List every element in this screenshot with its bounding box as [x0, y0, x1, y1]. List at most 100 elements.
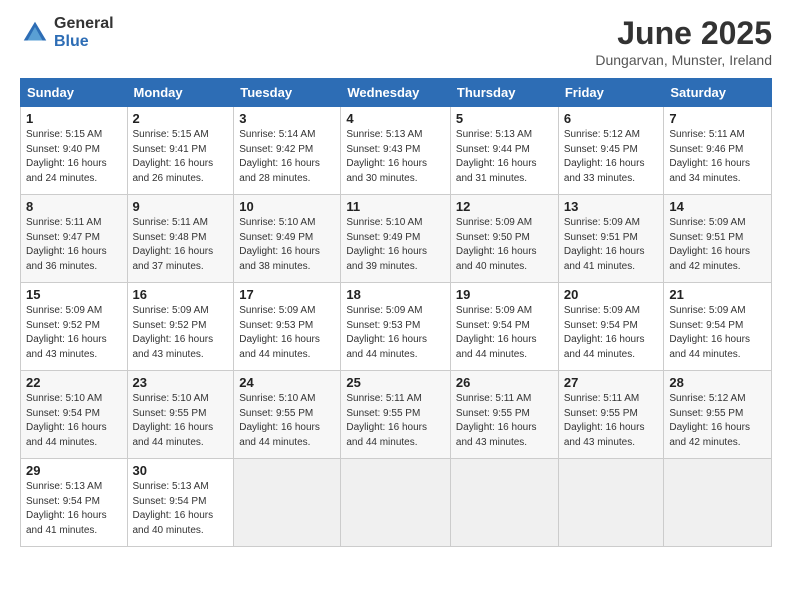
- table-row: 23 Sunrise: 5:10 AMSunset: 9:55 PMDayligh…: [127, 371, 234, 459]
- table-row: 16 Sunrise: 5:09 AMSunset: 9:52 PMDayligh…: [127, 283, 234, 371]
- day-info: Sunrise: 5:15 AMSunset: 9:41 PMDaylight:…: [133, 128, 229, 186]
- table-row: 18Sunrise: 5:09 AMSunset: 9:53 PMDayligh…: [341, 283, 451, 371]
- calendar-week-row: 22 Sunrise: 5:10 AMSunset: 9:54 PMDayligh…: [21, 371, 772, 459]
- day-number: 25: [346, 375, 445, 390]
- day-number: 23: [133, 375, 229, 390]
- day-number: 7: [669, 111, 766, 126]
- day-info: Sunrise: 5:11 AMSunset: 9:55 PMDaylight:…: [564, 392, 659, 450]
- col-tuesday: Tuesday: [234, 79, 341, 107]
- table-row: 4 Sunrise: 5:13 AMSunset: 9:43 PMDaylight…: [341, 107, 451, 195]
- day-number: 22: [26, 375, 122, 390]
- day-number: 15: [26, 287, 122, 302]
- table-row: 17Sunrise: 5:09 AMSunset: 9:53 PMDayligh…: [234, 283, 341, 371]
- day-info: Sunrise: 5:10 AMSunset: 9:49 PMDaylight:…: [346, 216, 445, 274]
- day-info: Sunrise: 5:13 AMSunset: 9:44 PMDaylight:…: [456, 128, 553, 186]
- calendar: Sunday Monday Tuesday Wednesday Thursday…: [20, 78, 772, 547]
- day-number: 11: [346, 199, 445, 214]
- table-row: [450, 459, 558, 547]
- table-row: 26 Sunrise: 5:11 AMSunset: 9:55 PMDayligh…: [450, 371, 558, 459]
- day-info: Sunrise: 5:10 AMSunset: 9:54 PMDaylight:…: [26, 392, 122, 450]
- col-monday: Monday: [127, 79, 234, 107]
- day-number: 29: [26, 463, 122, 478]
- table-row: 14 Sunrise: 5:09 AMSunset: 9:51 PMDayligh…: [664, 195, 772, 283]
- day-number: 12: [456, 199, 553, 214]
- day-info: Sunrise: 5:13 AMSunset: 9:43 PMDaylight:…: [346, 128, 445, 186]
- day-info: Sunrise: 5:11 AMSunset: 9:55 PMDaylight:…: [346, 392, 445, 450]
- logo-blue: Blue: [54, 33, 114, 51]
- location: Dungarvan, Munster, Ireland: [595, 52, 772, 68]
- day-number: 30: [133, 463, 229, 478]
- day-info: Sunrise: 5:09 AMSunset: 9:54 PMDaylight:…: [669, 304, 766, 362]
- day-number: 10: [239, 199, 335, 214]
- table-row: 20Sunrise: 5:09 AMSunset: 9:54 PMDayligh…: [558, 283, 664, 371]
- calendar-week-row: 1 Sunrise: 5:15 AMSunset: 9:40 PMDaylight…: [21, 107, 772, 195]
- day-number: 3: [239, 111, 335, 126]
- logo-general: General: [54, 15, 114, 33]
- day-info: Sunrise: 5:14 AMSunset: 9:42 PMDaylight:…: [239, 128, 335, 186]
- day-number: 13: [564, 199, 659, 214]
- day-info: Sunrise: 5:10 AMSunset: 9:49 PMDaylight:…: [239, 216, 335, 274]
- table-row: 28Sunrise: 5:12 AMSunset: 9:55 PMDayligh…: [664, 371, 772, 459]
- day-number: 6: [564, 111, 659, 126]
- day-number: 14: [669, 199, 766, 214]
- col-wednesday: Wednesday: [341, 79, 451, 107]
- calendar-week-row: 15 Sunrise: 5:09 AMSunset: 9:52 PMDayligh…: [21, 283, 772, 371]
- table-row: 24 Sunrise: 5:10 AMSunset: 9:55 PMDayligh…: [234, 371, 341, 459]
- logo-text: General Blue: [54, 15, 114, 50]
- day-info: Sunrise: 5:13 AMSunset: 9:54 PMDaylight:…: [133, 480, 229, 538]
- day-number: 8: [26, 199, 122, 214]
- table-row: 10 Sunrise: 5:10 AMSunset: 9:49 PMDayligh…: [234, 195, 341, 283]
- day-number: 5: [456, 111, 553, 126]
- table-row: 6 Sunrise: 5:12 AMSunset: 9:45 PMDaylight…: [558, 107, 664, 195]
- day-info: Sunrise: 5:11 AMSunset: 9:47 PMDaylight:…: [26, 216, 122, 274]
- day-info: Sunrise: 5:09 AMSunset: 9:52 PMDaylight:…: [133, 304, 229, 362]
- table-row: 29 Sunrise: 5:13 AMSunset: 9:54 PMDayligh…: [21, 459, 128, 547]
- day-info: Sunrise: 5:09 AMSunset: 9:54 PMDaylight:…: [456, 304, 553, 362]
- day-info: Sunrise: 5:11 AMSunset: 9:55 PMDaylight:…: [456, 392, 553, 450]
- col-thursday: Thursday: [450, 79, 558, 107]
- day-info: Sunrise: 5:09 AMSunset: 9:51 PMDaylight:…: [669, 216, 766, 274]
- day-info: Sunrise: 5:09 AMSunset: 9:51 PMDaylight:…: [564, 216, 659, 274]
- table-row: 15Sunrise: 5:09 AMSunset: 9:52 PMDayligh…: [21, 283, 128, 371]
- day-info: Sunrise: 5:10 AMSunset: 9:55 PMDaylight:…: [133, 392, 229, 450]
- calendar-header-row: Sunday Monday Tuesday Wednesday Thursday…: [21, 79, 772, 107]
- day-info: Sunrise: 5:10 AMSunset: 9:55 PMDaylight:…: [239, 392, 335, 450]
- table-row: 27 Sunrise: 5:11 AMSunset: 9:55 PMDayligh…: [558, 371, 664, 459]
- col-saturday: Saturday: [664, 79, 772, 107]
- day-info: Sunrise: 5:11 AMSunset: 9:46 PMDaylight:…: [669, 128, 766, 186]
- day-info: Sunrise: 5:15 AMSunset: 9:40 PMDaylight:…: [26, 128, 122, 186]
- day-number: 28: [669, 375, 766, 390]
- header-area: General Blue June 2025 Dungarvan, Munste…: [20, 15, 772, 68]
- logo: General Blue: [20, 15, 114, 50]
- day-info: Sunrise: 5:09 AMSunset: 9:54 PMDaylight:…: [564, 304, 659, 362]
- table-row: 8 Sunrise: 5:11 AMSunset: 9:47 PMDaylight…: [21, 195, 128, 283]
- day-number: 2: [133, 111, 229, 126]
- day-number: 1: [26, 111, 122, 126]
- day-info: Sunrise: 5:12 AMSunset: 9:45 PMDaylight:…: [564, 128, 659, 186]
- table-row: 30 Sunrise: 5:13 AMSunset: 9:54 PMDayligh…: [127, 459, 234, 547]
- day-number: 16: [133, 287, 229, 302]
- table-row: 21 Sunrise: 5:09 AMSunset: 9:54 PMDayligh…: [664, 283, 772, 371]
- logo-icon: [20, 18, 50, 48]
- calendar-week-row: 8 Sunrise: 5:11 AMSunset: 9:47 PMDaylight…: [21, 195, 772, 283]
- day-number: 24: [239, 375, 335, 390]
- day-number: 21: [669, 287, 766, 302]
- day-number: 4: [346, 111, 445, 126]
- table-row: [341, 459, 451, 547]
- table-row: 13 Sunrise: 5:09 AMSunset: 9:51 PMDayligh…: [558, 195, 664, 283]
- day-number: 26: [456, 375, 553, 390]
- page: General Blue June 2025 Dungarvan, Munste…: [0, 0, 792, 612]
- day-info: Sunrise: 5:13 AMSunset: 9:54 PMDaylight:…: [26, 480, 122, 538]
- day-number: 27: [564, 375, 659, 390]
- table-row: 5 Sunrise: 5:13 AMSunset: 9:44 PMDaylight…: [450, 107, 558, 195]
- table-row: 19 Sunrise: 5:09 AMSunset: 9:54 PMDayligh…: [450, 283, 558, 371]
- day-info: Sunrise: 5:11 AMSunset: 9:48 PMDaylight:…: [133, 216, 229, 274]
- day-number: 19: [456, 287, 553, 302]
- table-row: 9Sunrise: 5:11 AMSunset: 9:48 PMDaylight…: [127, 195, 234, 283]
- day-info: Sunrise: 5:09 AMSunset: 9:50 PMDaylight:…: [456, 216, 553, 274]
- month-title: June 2025: [595, 15, 772, 52]
- col-sunday: Sunday: [21, 79, 128, 107]
- table-row: 11 Sunrise: 5:10 AMSunset: 9:49 PMDayligh…: [341, 195, 451, 283]
- table-row: 3 Sunrise: 5:14 AMSunset: 9:42 PMDaylight…: [234, 107, 341, 195]
- day-info: Sunrise: 5:09 AMSunset: 9:53 PMDaylight:…: [346, 304, 445, 362]
